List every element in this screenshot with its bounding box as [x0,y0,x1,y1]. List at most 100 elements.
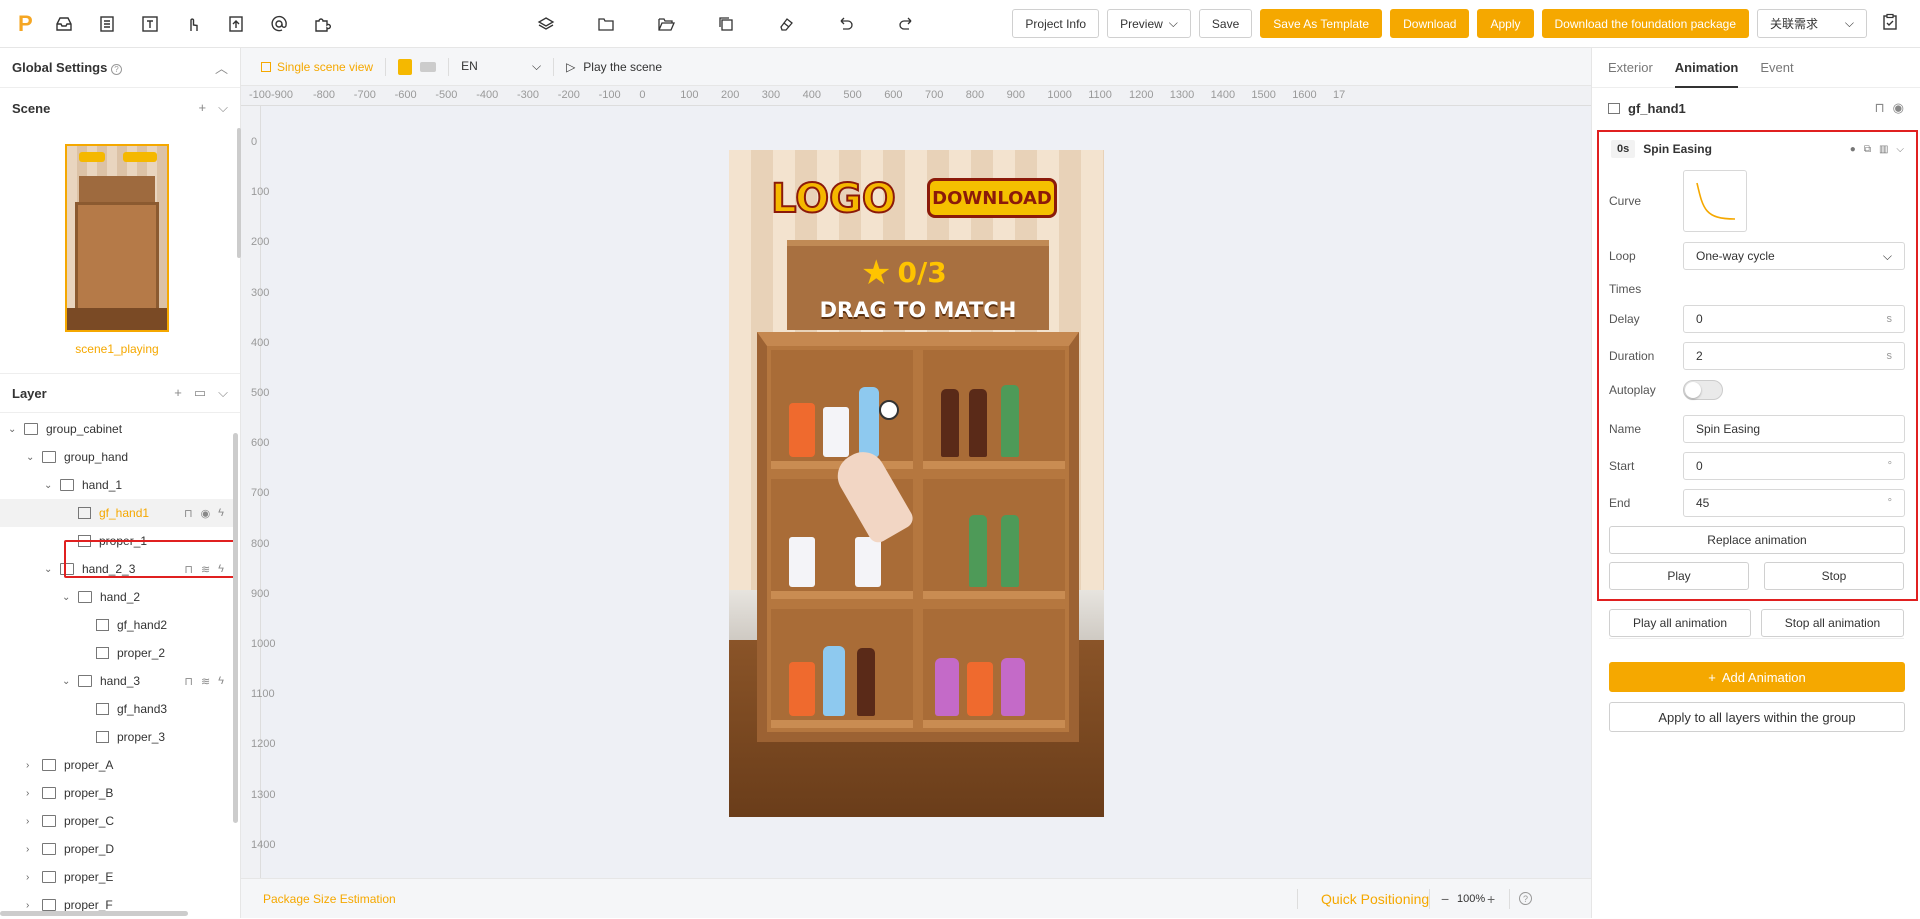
color-swatch-primary[interactable] [398,58,413,75]
chevron-down-icon[interactable]: ⌵ [1896,144,1904,155]
chevron-down-icon[interactable]: ⌄ [44,564,54,575]
eye-icon[interactable]: ◉ [201,507,211,520]
play-button[interactable]: Play [1609,562,1749,590]
chevron-right-icon[interactable]: › [26,760,36,771]
duration-input[interactable]: 2s [1683,342,1905,370]
play-scene-button[interactable]: ▷ Play the scene [566,60,662,74]
curve-preview[interactable] [1683,170,1747,232]
layer-row[interactable]: ⌄ hand_2 [0,583,234,611]
stop-all-button[interactable]: Stop all animation [1761,609,1904,637]
upload-icon[interactable] [226,14,246,34]
inbox-icon[interactable] [54,14,74,34]
redo-icon[interactable] [896,14,916,34]
single-scene-toggle[interactable]: Single scene view [261,60,373,74]
chevron-down-icon[interactable]: ⌄ [26,452,36,463]
layer-row[interactable]: ⌄ group_hand [0,443,234,471]
layer-row[interactable]: › proper_E [0,863,234,891]
loop-select[interactable]: One-way cycle ⌵ [1683,242,1905,270]
lock-icon[interactable]: ⊓ [184,675,193,688]
at-icon[interactable] [269,14,289,34]
save-template-button[interactable]: Save As Template [1260,9,1383,38]
save-button[interactable]: Save [1198,9,1253,38]
play-all-button[interactable]: Play all animation [1609,609,1751,637]
add-icon[interactable]: + [199,100,207,116]
lock-icon[interactable]: ⊓ [1875,100,1885,116]
layer-scrollbar[interactable] [233,433,238,823]
chevron-down-icon[interactable]: ⌄ [44,480,54,491]
animation-card-header[interactable]: 0s Spin Easing ● ⧉ ▥ ⌵ [1599,132,1916,166]
layer-h-scrollbar[interactable] [0,911,188,916]
layer-row[interactable]: gf_hand3 [0,695,234,723]
scene-name[interactable]: scene1_playing [65,342,169,356]
chevron-right-icon[interactable]: › [26,844,36,855]
chevron-down-icon[interactable]: ⌄ [62,676,72,687]
chevron-right-icon[interactable]: › [26,872,36,883]
text-icon[interactable] [140,14,160,34]
eye-icon[interactable]: ◉ [1893,100,1904,116]
tab-exterior[interactable]: Exterior [1608,48,1653,88]
name-input[interactable]: Spin Easing [1683,415,1905,443]
hand-pointer-icon[interactable] [183,14,203,34]
language-select[interactable]: EN ⌵ [461,59,541,74]
play-circle-icon[interactable]: ● [1850,144,1856,155]
start-input[interactable]: 0 ° [1683,452,1905,480]
download-foundation-button[interactable]: Download the foundation package [1541,9,1749,38]
color-swatch-secondary[interactable] [420,61,437,72]
layers-icon[interactable] [536,14,556,34]
zoom-out-button[interactable]: − [1441,891,1449,907]
linked-requirements-select[interactable]: 关联需求 ⌵ [1757,9,1867,38]
layer-row[interactable]: gf_hand2 [0,611,234,639]
undo-icon[interactable] [836,14,856,34]
layer-row[interactable]: › proper_C [0,807,234,835]
quick-positioning-button[interactable]: Quick Positioning [1321,891,1429,907]
stop-button[interactable]: Stop [1764,562,1904,590]
folder-open-icon[interactable] [656,14,676,34]
layer-row[interactable]: › proper_D [0,835,234,863]
chevron-up-icon[interactable]: ︿ [215,58,228,77]
plugin-icon[interactable] [312,14,332,34]
chevron-right-icon[interactable]: › [26,816,36,827]
layer-row[interactable]: ⌄ hand_1 [0,471,234,499]
folder-icon[interactable]: ▭ [194,385,206,401]
clipboard-check-button[interactable] [1875,9,1904,38]
rotate-handle-icon[interactable] [879,400,899,420]
apply-group-button[interactable]: Apply to all layers within the group [1609,702,1905,732]
layer-row[interactable]: › proper_A [0,751,234,779]
chevron-down-icon[interactable]: ⌄ [62,592,72,603]
layer-row[interactable]: › proper_B [0,779,234,807]
copy-icon[interactable]: ⧉ [1864,144,1871,155]
layer-row[interactable]: gf_hand1 ⊓ ◉ ϟ [0,499,234,527]
scene-thumbnail[interactable] [65,144,169,332]
delay-input[interactable]: 0s [1683,305,1905,333]
chevron-down-icon[interactable]: ⌵ [218,385,228,401]
project-info-button[interactable]: Project Info [1012,9,1100,38]
end-input[interactable]: 45 ° [1683,489,1905,517]
add-icon[interactable]: + [174,385,182,401]
chevron-right-icon[interactable]: › [26,788,36,799]
lightning-icon[interactable]: ϟ [218,507,224,520]
layer-row[interactable]: proper_3 [0,723,234,751]
replace-animation-button[interactable]: Replace animation [1609,526,1905,554]
zoom-in-button[interactable]: + [1487,891,1495,907]
download-button[interactable]: Download [1390,9,1470,38]
chevron-right-icon[interactable]: › [26,900,36,911]
preview-button[interactable]: Preview ⌵ [1107,9,1191,38]
chevron-down-icon[interactable]: ⌄ [8,424,18,435]
copy-icon[interactable] [716,14,736,34]
layer-row[interactable]: proper_2 [0,639,234,667]
layer-row[interactable]: ⌄ hand_3 ⊓ ≋ ϟ [0,667,234,695]
eye-hidden-icon[interactable]: ≋ [201,675,210,688]
autoplay-toggle[interactable] [1683,380,1723,400]
package-size-link[interactable]: Package Size Estimation [263,892,396,906]
artboard[interactable]: LOGO DOWNLOAD ★ 0/3 DRAG TO MATCH [729,150,1104,817]
lock-icon[interactable]: ⊓ [184,507,193,520]
global-settings-header[interactable]: Global Settings ? ︿ [0,48,240,88]
layer-row[interactable]: ⌄ group_cabinet [0,415,234,443]
add-animation-button[interactable]: + Add Animation [1609,662,1905,692]
tab-event[interactable]: Event [1760,48,1793,88]
tab-animation[interactable]: Animation [1674,48,1739,88]
help-icon[interactable]: ? [1519,892,1532,905]
folder-icon[interactable] [596,14,616,34]
apply-button[interactable]: Apply [1477,9,1534,38]
trash-icon[interactable]: ▥ [1879,144,1888,155]
